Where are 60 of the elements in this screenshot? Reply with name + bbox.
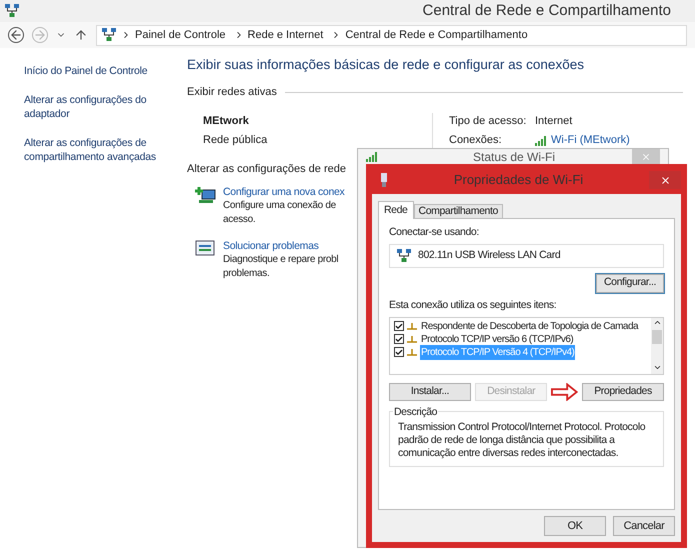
network-icon <box>101 27 117 43</box>
tab[interactable]: Rede <box>378 201 414 219</box>
checkbox[interactable] <box>394 334 404 344</box>
window-title: Central de Rede e Compartilhamento <box>422 0 671 21</box>
task-description: Diagnostique e repare probl <box>223 253 338 268</box>
sidebar-link[interactable]: Alterar as configurações de compartilhamento avançadas <box>24 136 184 164</box>
tab[interactable]: Compartilhamento <box>414 204 503 219</box>
adapter-field: 802.11n USB Wireless LAN Card <box>389 244 664 268</box>
task-description: acesso. <box>223 213 256 228</box>
sidebar-link[interactable]: Início do Painel de Controle <box>24 64 184 78</box>
signal-icon <box>366 152 378 162</box>
group-label: Descrição <box>393 404 438 420</box>
info-value: Internet <box>535 114 572 129</box>
list-item[interactable]: Protocolo TCP/IP versão 6 (TCP/IPv6) <box>420 332 574 346</box>
back-button[interactable] <box>8 27 24 43</box>
task-description: Configure uma conexão de <box>223 199 337 214</box>
section-label: Alterar as configurações de rede <box>187 162 346 177</box>
scrollbar[interactable] <box>651 318 663 374</box>
signal-icon <box>535 136 547 146</box>
close-icon <box>641 152 651 162</box>
network-type: Rede pública <box>203 133 268 148</box>
breadcrumb-item[interactable]: Central de Rede e Compartilhamento <box>345 26 528 44</box>
configure-button[interactable]: Configurar... <box>596 274 664 293</box>
protocol-icon <box>407 322 417 330</box>
task-link[interactable]: Solucionar problemas <box>223 239 338 254</box>
action-button[interactable]: Instalar... <box>389 382 471 400</box>
action-button[interactable]: Propriedades <box>582 382 664 400</box>
field-label: Esta conexão utiliza os seguintes itens: <box>389 298 558 313</box>
monitor-icon <box>195 240 215 258</box>
up-button[interactable] <box>74 28 88 42</box>
connection-link[interactable]: Wi-Fi (MEtwork) <box>551 132 630 149</box>
window-title: Status de Wi-Fi <box>473 150 556 164</box>
usb-icon <box>380 173 388 187</box>
dialog-title: Propriedades de Wi-Fi <box>452 171 584 190</box>
dialog-button[interactable]: OK <box>544 516 606 536</box>
protocol-icon <box>407 335 417 343</box>
close-button[interactable] <box>649 171 681 189</box>
info-label: Tipo de acesso: <box>449 114 528 129</box>
task-link[interactable]: Configurar uma nova conex <box>223 185 344 200</box>
section-label: Exibir redes ativas <box>187 85 277 100</box>
arrow-icon <box>551 382 578 400</box>
network-name: MEtwork <box>203 114 250 129</box>
network-adapter-icon <box>396 248 412 264</box>
checkbox[interactable] <box>394 347 404 357</box>
address-bar[interactable]: Painel de Controle Rede e Internet Central de Rede e Compartilhamento <box>96 24 687 46</box>
description-text: Transmission Control Protocol/Internet Protocol. Protocolo padrão de rede de longa distância que possibilita a comunicação entre diversas redes interconectadas. <box>398 420 646 460</box>
breadcrumb-item[interactable]: Painel de Controle <box>135 26 226 44</box>
dialog-button[interactable]: Cancelar <box>613 516 675 536</box>
sidebar-link[interactable]: Alterar as configurações do adaptador <box>24 93 184 121</box>
breadcrumb-item[interactable]: Rede e Internet <box>248 26 324 44</box>
checkbox[interactable] <box>394 321 404 331</box>
page-heading: Exibir suas informações básicas de rede e configurar as conexões <box>187 56 585 74</box>
field-label: Conectar-se usando: <box>389 225 480 240</box>
close-icon <box>660 174 670 186</box>
protocol-icon <box>407 348 417 356</box>
app-icon <box>4 3 20 19</box>
close-button[interactable] <box>632 149 660 165</box>
task-description: problemas. <box>223 267 270 282</box>
info-label: Conexões: <box>449 133 503 148</box>
list-item[interactable]: Respondente de Descoberta de Topologia de Camada <box>420 318 640 334</box>
